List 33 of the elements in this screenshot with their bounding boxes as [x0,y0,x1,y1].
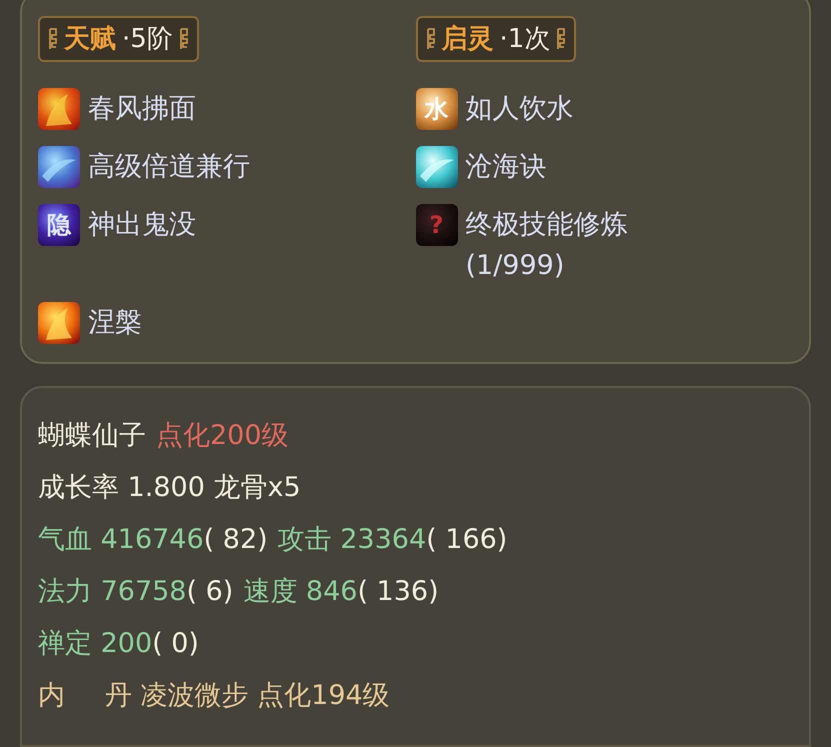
skill-name: 终极技能修炼 [466,208,628,242]
scroll-ornament-icon [48,27,58,51]
scroll-ornament-icon [426,27,436,51]
stat-text: 速度 846 [243,574,358,609]
stat-text: 禅定 200 [38,626,152,661]
scroll-ornament-icon [178,27,189,51]
stat-text: ( 166) [426,522,508,557]
stat-text: 攻击 23364 [278,522,426,557]
stat-text: ( 0) [152,626,199,661]
skill-name: 春风拂面 [88,92,196,126]
water-skill-icon: 水 [416,88,458,130]
stat-text: 气血 416746 [38,522,204,557]
skill-name: 沧海诀 [466,150,546,184]
skill-name: 如人饮水 [466,92,574,126]
scroll-ornament-icon [556,27,566,51]
wind-skill-icon [38,146,80,188]
skill-name: 神出鬼没 [88,208,196,242]
stat-text: ( 6) [186,574,234,609]
stat-text: 丹 凌波微步 点化194级 [105,678,390,713]
stat-text: 蝴蝶仙子 [38,418,146,453]
stat-text: 成长率 1.800 龙骨x5 [38,470,301,505]
skill-name: 涅槃 [88,306,142,340]
stat-text: ( 136) [357,574,439,609]
awakening-badge: 启灵 ·1次 [416,16,576,62]
talent-badge: 天赋 ·5阶 [38,16,199,62]
fire-skill-icon [38,88,80,130]
stat-text: 点化200级 [156,418,289,453]
stat-text: 法力 76758 [38,574,186,609]
skill-name: 高级倍道兼行 [88,150,250,184]
stat-text: 内 [38,678,65,713]
unknown-skill-icon: ? [416,204,458,246]
stealth-skill-icon: 隐 [38,204,80,246]
stat-text: ( 82) [204,522,268,557]
